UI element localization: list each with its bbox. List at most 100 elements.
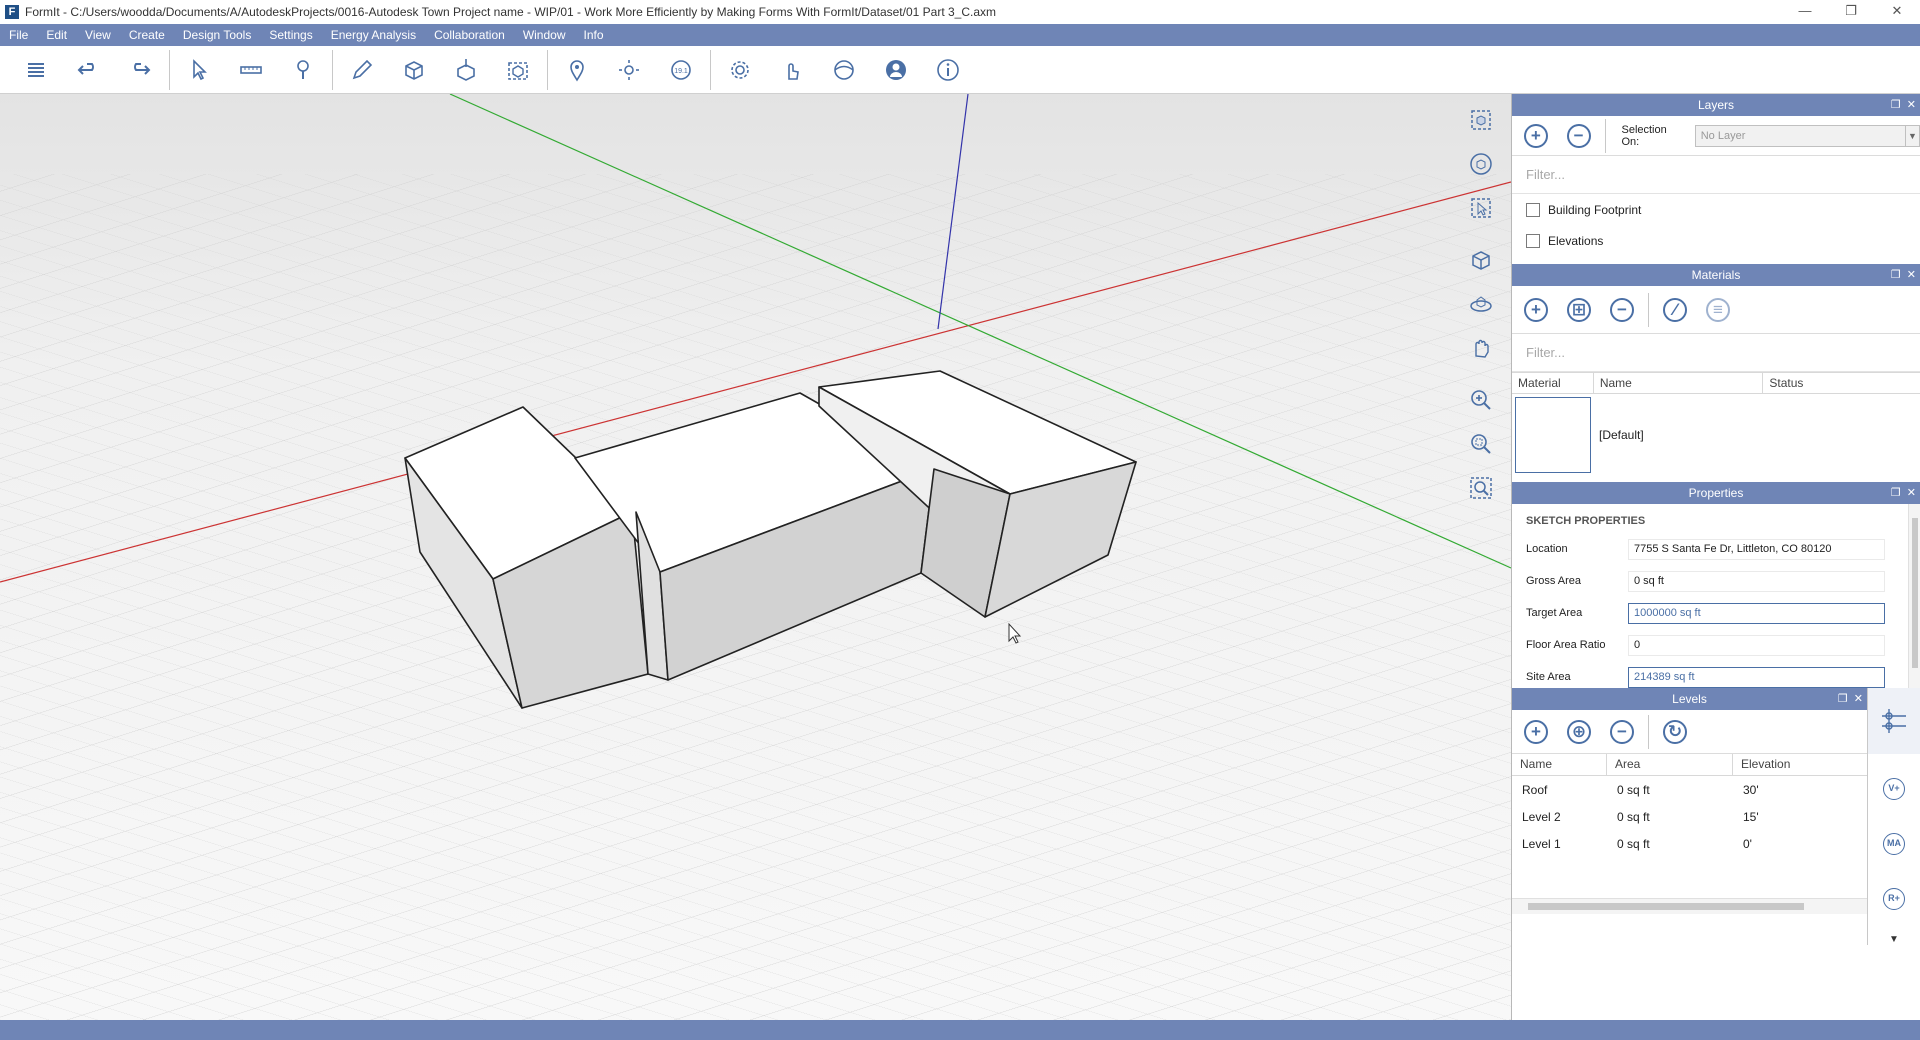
- draw-icon[interactable]: [336, 50, 388, 90]
- toolbar-divider: [332, 49, 333, 90]
- column-material[interactable]: Material: [1512, 373, 1594, 393]
- level-row[interactable]: Level 2 0 sq ft 15': [1512, 803, 1867, 830]
- zoom-all-icon[interactable]: [1461, 468, 1501, 508]
- selection-layer-dropdown[interactable]: No Layer ▼: [1694, 124, 1920, 147]
- v-plus-tab[interactable]: V+: [1883, 778, 1905, 801]
- levels-panel-title: Levels: [1672, 692, 1707, 706]
- levels-horizontal-scrollbar[interactable]: [1512, 898, 1867, 914]
- layer-visibility-checkbox[interactable]: [1526, 233, 1540, 248]
- levels-tab-icon[interactable]: [1868, 688, 1920, 754]
- import-material-button[interactable]: ⊞: [1567, 297, 1591, 322]
- column-name[interactable]: Name: [1512, 754, 1607, 775]
- 3d-viewport[interactable]: [0, 94, 1511, 1020]
- window-controls: — ❐ ✕: [1782, 0, 1920, 24]
- close-panel-icon[interactable]: ✕: [1854, 693, 1863, 705]
- remove-level-button[interactable]: −: [1610, 719, 1634, 744]
- r-plus-tab[interactable]: R+: [1883, 887, 1905, 910]
- select-icon[interactable]: [173, 50, 225, 90]
- minimize-button[interactable]: —: [1782, 0, 1828, 24]
- solid-box-icon[interactable]: [388, 50, 440, 90]
- remove-material-button[interactable]: −: [1610, 297, 1634, 322]
- site-area-field[interactable]: 214389 sq ft: [1628, 666, 1885, 688]
- menu-info[interactable]: Info: [575, 24, 613, 46]
- add-material-button[interactable]: +: [1524, 297, 1548, 322]
- group-icon[interactable]: [492, 50, 544, 90]
- level-elevation[interactable]: 0': [1733, 837, 1867, 851]
- layer-visibility-checkbox[interactable]: [1526, 202, 1540, 217]
- undock-icon[interactable]: ❐: [1891, 99, 1901, 111]
- property-row: Gross Area 0 sq ft: [1512, 565, 1920, 597]
- properties-scrollbar[interactable]: [1908, 504, 1920, 688]
- level-row[interactable]: Level 1 0 sq ft 0': [1512, 830, 1867, 857]
- chevron-down-icon[interactable]: ▼: [1868, 934, 1920, 945]
- target-area-field[interactable]: 1000000 sq ft: [1628, 602, 1885, 624]
- info-icon[interactable]: [922, 50, 974, 90]
- restore-button[interactable]: ❐: [1828, 0, 1874, 24]
- menu-energy-analysis[interactable]: Energy Analysis: [322, 24, 425, 46]
- eyedropper-button[interactable]: ⁄: [1663, 297, 1687, 322]
- layer-item[interactable]: Elevations: [1512, 225, 1920, 256]
- undock-icon[interactable]: ❐: [1891, 269, 1901, 281]
- close-panel-icon[interactable]: ✕: [1907, 269, 1916, 281]
- undock-icon[interactable]: ❐: [1838, 693, 1848, 705]
- add-layer-button[interactable]: +: [1524, 123, 1548, 148]
- select-zoom-icon[interactable]: [1461, 188, 1501, 228]
- column-status[interactable]: Status: [1763, 373, 1920, 393]
- level-elevation[interactable]: 30': [1733, 783, 1867, 797]
- layers-filter-input[interactable]: [1512, 156, 1920, 194]
- menu-create[interactable]: Create: [120, 24, 174, 46]
- material-row[interactable]: [Default]: [1512, 394, 1920, 476]
- level-row[interactable]: Roof 0 sq ft 30': [1512, 776, 1867, 803]
- scrollbar-thumb[interactable]: [1528, 903, 1804, 910]
- scrollbar-thumb[interactable]: [1912, 518, 1918, 668]
- paint-icon[interactable]: [277, 50, 329, 90]
- account-icon[interactable]: [870, 50, 922, 90]
- column-name[interactable]: Name: [1594, 373, 1764, 393]
- zoom-window-icon[interactable]: [1461, 424, 1501, 464]
- location-field[interactable]: 7755 S Santa Fe Dr, Littleton, CO 80120: [1628, 538, 1885, 560]
- close-button[interactable]: ✕: [1874, 0, 1920, 24]
- close-panel-icon[interactable]: ✕: [1907, 99, 1916, 111]
- scale-icon[interactable]: 19.1: [655, 50, 707, 90]
- solid-extrude-icon[interactable]: [440, 50, 492, 90]
- levels-panel: Levels ❐ ✕ + ⊕ − ↻ Name Area Elevation Ro…: [1512, 688, 1867, 945]
- materials-filter-input[interactable]: [1512, 334, 1920, 372]
- sun-icon[interactable]: [603, 50, 655, 90]
- layer-item[interactable]: Building Footprint: [1512, 194, 1920, 225]
- scene-canvas[interactable]: [0, 94, 1511, 1020]
- undock-icon[interactable]: ❐: [1891, 487, 1901, 499]
- add-level-button[interactable]: +: [1524, 719, 1548, 744]
- orbit-icon[interactable]: [1461, 284, 1501, 324]
- menu-view[interactable]: View: [76, 24, 120, 46]
- menu-edit[interactable]: Edit: [37, 24, 76, 46]
- add-multiple-levels-button[interactable]: ⊕: [1567, 719, 1591, 744]
- location-icon[interactable]: [551, 50, 603, 90]
- undo-icon[interactable]: [62, 50, 114, 90]
- redo-icon[interactable]: [114, 50, 166, 90]
- level-elevation[interactable]: 15': [1733, 810, 1867, 824]
- view-cube-icon[interactable]: [1461, 240, 1501, 280]
- column-area[interactable]: Area: [1607, 754, 1733, 775]
- menu-collaboration[interactable]: Collaboration: [425, 24, 514, 46]
- remove-layer-button[interactable]: −: [1566, 123, 1591, 148]
- zoom-in-icon[interactable]: [1461, 380, 1501, 420]
- menu-settings[interactable]: Settings: [260, 24, 321, 46]
- material-library-button[interactable]: ≡: [1706, 297, 1730, 322]
- menu-file[interactable]: File: [0, 24, 37, 46]
- close-panel-icon[interactable]: ✕: [1907, 487, 1916, 499]
- level-name: Roof: [1522, 782, 1548, 797]
- menu-window[interactable]: Window: [514, 24, 575, 46]
- sphere-icon[interactable]: [818, 50, 870, 90]
- menu-icon[interactable]: [10, 50, 62, 90]
- zoom-extents-icon[interactable]: [1461, 100, 1501, 140]
- materials-panel-title: Materials: [1691, 268, 1741, 282]
- settings-icon[interactable]: [714, 50, 766, 90]
- menu-design-tools[interactable]: Design Tools: [174, 24, 260, 46]
- zoom-selected-icon[interactable]: [1461, 144, 1501, 184]
- pan-icon[interactable]: [1461, 328, 1501, 368]
- touch-icon[interactable]: [766, 50, 818, 90]
- tape-measure-icon[interactable]: [225, 50, 277, 90]
- refresh-levels-button[interactable]: ↻: [1663, 719, 1687, 744]
- ma-tab[interactable]: MA: [1883, 832, 1905, 855]
- column-elevation[interactable]: Elevation: [1733, 754, 1867, 775]
